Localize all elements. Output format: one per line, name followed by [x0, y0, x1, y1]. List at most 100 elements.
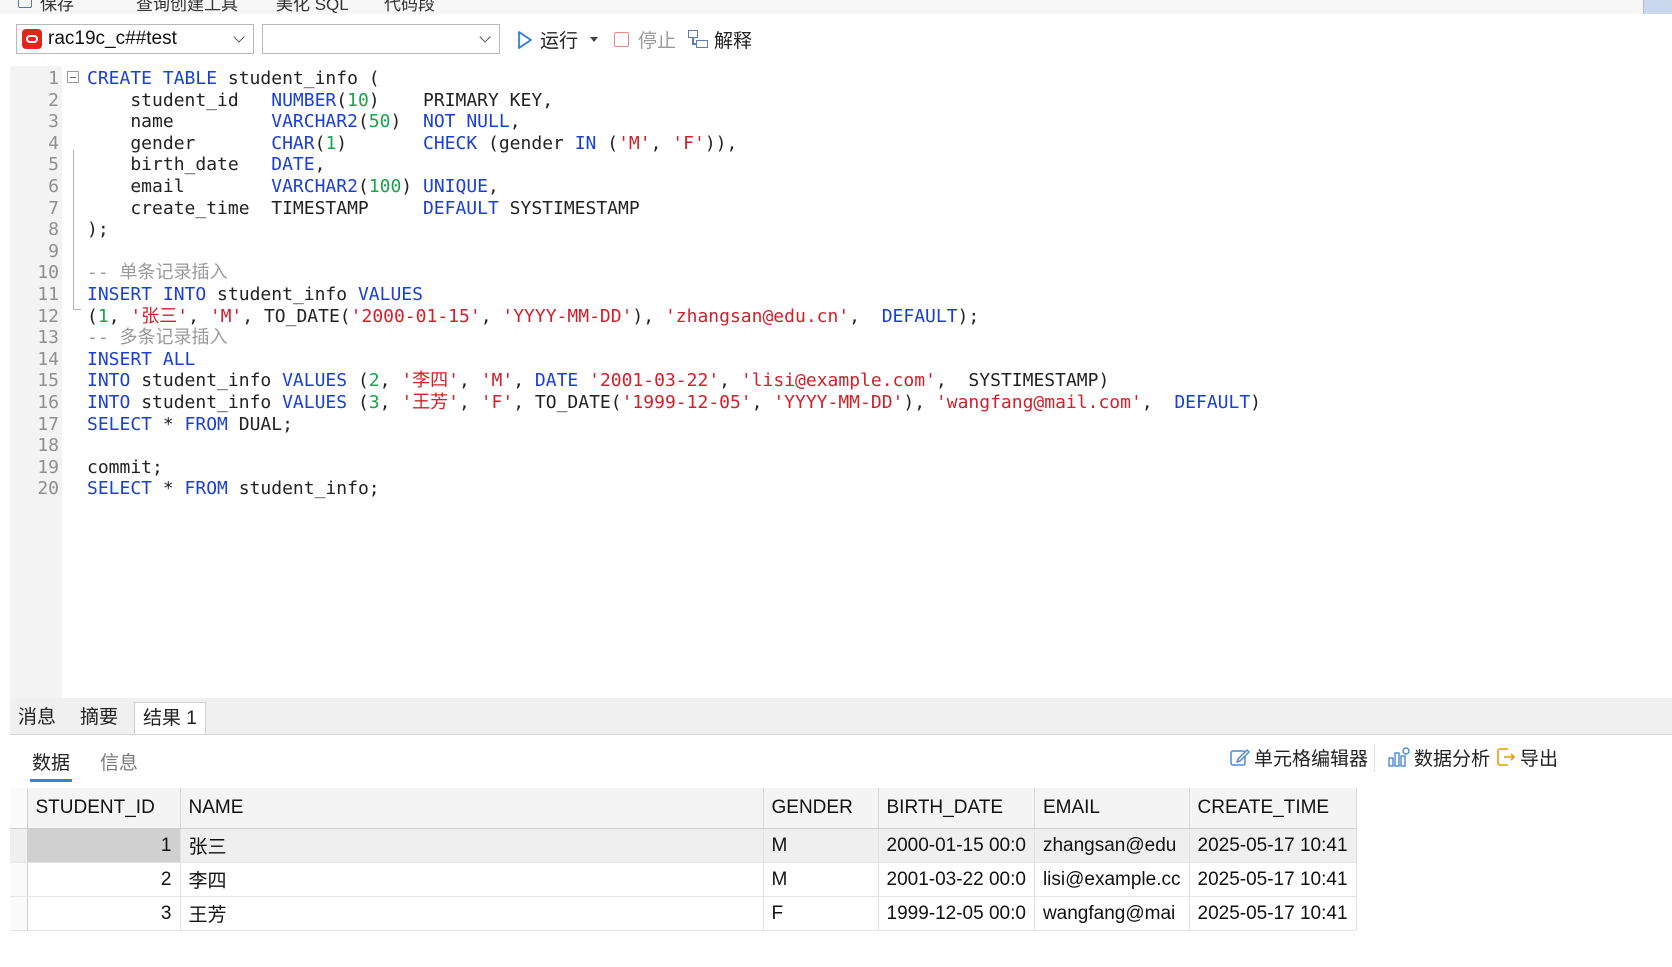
run-dropdown-icon[interactable]	[590, 36, 599, 42]
code-token: student_info;	[227, 478, 380, 500]
tab-messages[interactable]: 消息	[10, 702, 64, 734]
code-line[interactable]: 12 (1, '张三', 'M', TO_DATE('2000-01-15', '…	[10, 305, 1672, 328]
code-line[interactable]: 6 email VARCHAR2(100) UNIQUE,	[10, 175, 1672, 198]
table-cell[interactable]: M	[763, 862, 879, 897]
sql-editor[interactable]: 1 CREATE TABLE student_info (2 student_id…	[10, 66, 1672, 698]
table-cell[interactable]: lisi@example.cc	[1034, 862, 1190, 897]
code-line[interactable]: 16 INTO student_info VALUES (3, '王芳', 'F'…	[10, 391, 1672, 414]
code-token: ),	[903, 392, 936, 413]
export-button[interactable]: 导出	[1496, 744, 1558, 770]
stop-icon	[614, 31, 629, 47]
table-cell[interactable]: 2025-05-17 10:41	[1189, 828, 1357, 863]
code-line[interactable]: 20 SELECT * FROM student_info;	[10, 477, 1672, 500]
table-cell[interactable]: 2	[27, 862, 181, 897]
export-icon	[1496, 747, 1516, 767]
table-cell[interactable]: wangfang@mai	[1034, 896, 1190, 931]
code-token: , SYSTIMESTAMP)	[935, 370, 1110, 392]
code-token: 50	[368, 111, 391, 133]
table-cell[interactable]: F	[763, 896, 879, 931]
connection-select[interactable]: rac19c_c##test	[16, 24, 254, 54]
code-line[interactable]: 7 create_time TIMESTAMP DEFAULT SYSTIMES…	[10, 197, 1672, 220]
code-token: 2	[368, 370, 380, 392]
table-row[interactable]: 2 李四 M 2001-03-22 00:0 lisi@example.cc 2…	[10, 862, 1357, 897]
fold-collapse-icon[interactable]	[67, 71, 79, 83]
code-line[interactable]: 13 -- 多条记录插入	[10, 326, 1672, 349]
code-line[interactable]: 8);	[10, 218, 1672, 241]
subtab-data[interactable]: 数据	[29, 748, 73, 782]
table-cell[interactable]: 张三	[180, 828, 764, 863]
table-row[interactable]: 1 张三 M 2000-01-15 00:0 zhangsan@edu 2025…	[10, 828, 1357, 863]
subtab-info[interactable]: 信息	[100, 748, 138, 775]
column-header[interactable]: EMAIL	[1034, 788, 1190, 829]
stop-button[interactable]: 停止	[614, 26, 676, 52]
code-token: gender	[87, 132, 272, 154]
column-header[interactable]: STUDENT_ID	[27, 788, 181, 829]
fold-guide-end	[73, 309, 81, 310]
save-icon	[18, 0, 32, 8]
table-cell[interactable]: 2001-03-22 00:0	[878, 862, 1035, 897]
toolbar-divider	[1374, 744, 1375, 772]
run-button[interactable]: 运行	[517, 26, 599, 52]
table-row[interactable]: 3 王芳 F 1999-12-05 00:0 wangfang@mai 2025…	[10, 896, 1357, 931]
table-cell[interactable]: 王芳	[180, 896, 764, 931]
column-header[interactable]: CREATE_TIME	[1189, 788, 1357, 829]
data-analysis-button[interactable]: 数据分析	[1388, 744, 1490, 770]
code-token: 'F'	[672, 132, 705, 154]
save-button[interactable]: 保存	[40, 0, 74, 14]
code-line[interactable]: 18	[10, 434, 1672, 457]
table-cell[interactable]: 3	[27, 896, 181, 931]
code-text: -- 多条记录插入	[87, 326, 228, 349]
code-token: (	[357, 176, 369, 197]
tab-result-1[interactable]: 结果 1	[134, 702, 206, 734]
result-grid: STUDENT_ID NAME GENDER BIRTH_DATE EMAIL …	[10, 788, 1357, 931]
table-cell[interactable]: 2025-05-17 10:41	[1189, 896, 1357, 931]
table-cell[interactable]: 李四	[180, 862, 764, 897]
explain-button[interactable]: 解释	[688, 26, 752, 52]
code-token: );	[957, 305, 980, 327]
code-line[interactable]: 10 -- 单条记录插入	[10, 261, 1672, 284]
code-token: 1	[97, 305, 109, 327]
code-token: )	[336, 132, 423, 154]
row-marker[interactable]	[10, 862, 28, 897]
code-line[interactable]: 17 SELECT * FROM DUAL;	[10, 413, 1672, 436]
table-cell[interactable]: zhangsan@edu	[1034, 828, 1190, 863]
explain-plan-icon	[688, 28, 710, 50]
table-cell[interactable]: 2000-01-15 00:0	[878, 828, 1035, 863]
column-header[interactable]: NAME	[180, 788, 764, 829]
line-number: 3	[48, 111, 59, 133]
table-cell[interactable]: 1	[27, 828, 181, 863]
window-control[interactable]	[1643, 0, 1672, 14]
beautify-sql-button[interactable]: 美化 SQL	[276, 0, 349, 14]
code-line[interactable]: 15 INTO student_info VALUES (2, '李四', 'M'…	[10, 369, 1672, 392]
column-header[interactable]: GENDER	[763, 788, 879, 829]
code-line[interactable]: 14 INSERT ALL	[10, 348, 1672, 371]
database-select[interactable]	[262, 24, 500, 54]
code-text: create_time TIMESTAMP DEFAULT SYSTIMESTA…	[87, 197, 639, 220]
code-line[interactable]: 19 commit;	[10, 456, 1672, 479]
line-number: 4	[48, 132, 59, 154]
table-cell[interactable]: 2025-05-17 10:41	[1189, 862, 1357, 897]
code-line[interactable]: 11 INSERT INTO student_info VALUES	[10, 283, 1672, 306]
code-line[interactable]: 9	[10, 240, 1672, 263]
query-builder-button[interactable]: 查询创建工具	[136, 0, 238, 14]
code-line[interactable]: 5 birth_date DATE,	[10, 153, 1672, 176]
code-line[interactable]: 3 name VARCHAR2(50) NOT NULL,	[10, 110, 1672, 133]
code-line[interactable]: 4 gender CHAR(1) CHECK (gender IN ('M', …	[10, 132, 1672, 155]
row-marker[interactable]	[10, 828, 28, 863]
code-snippet-button[interactable]: 代码段	[384, 0, 435, 14]
table-cell[interactable]: 1999-12-05 00:0	[878, 896, 1035, 931]
line-number: 9	[48, 240, 59, 262]
tab-summary[interactable]: 摘要	[72, 702, 126, 734]
code-line[interactable]: 2 student_id NUMBER(10) PRIMARY KEY,	[10, 89, 1672, 112]
code-line[interactable]: 1 CREATE TABLE student_info (	[10, 67, 1672, 90]
code-token: VALUES	[282, 392, 348, 413]
code-token: ,	[719, 370, 741, 392]
code-token: NOT NULL	[422, 111, 510, 133]
table-cell[interactable]: M	[763, 828, 879, 863]
row-marker-header	[10, 788, 28, 829]
code-token: 'lisi@example.com'	[740, 370, 936, 392]
code-token: '1999-12-05'	[621, 392, 752, 413]
cell-editor-button[interactable]: 单元格编辑器	[1230, 744, 1368, 770]
row-marker[interactable]	[10, 896, 28, 931]
column-header[interactable]: BIRTH_DATE	[878, 788, 1035, 829]
